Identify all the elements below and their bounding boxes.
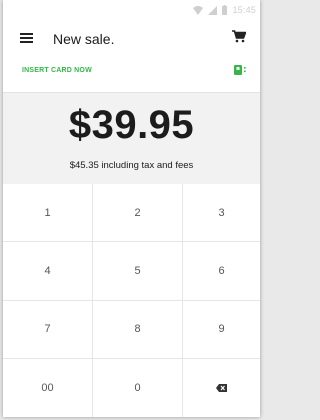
- key-label: 5: [134, 264, 141, 277]
- key-label: 9: [218, 323, 225, 336]
- phone-screen: 15:45 New sale. INSERT CARD NOW $39.95 $…: [3, 0, 260, 417]
- key-label: 6: [218, 264, 225, 277]
- key-label: 8: [134, 323, 141, 336]
- card-prompt-bar: INSERT CARD NOW: [3, 54, 260, 93]
- key-1[interactable]: 1: [3, 184, 93, 243]
- status-bar: 15:45: [3, 0, 260, 20]
- app-bar: New sale.: [3, 20, 260, 54]
- battery-icon: [222, 5, 228, 15]
- key-label: 0: [134, 381, 141, 394]
- key-label: 00: [41, 381, 54, 394]
- key-label: 4: [44, 264, 51, 277]
- card-reader-icon: [234, 65, 246, 75]
- key-8[interactable]: 8: [93, 300, 183, 359]
- insert-card-label: INSERT CARD NOW: [22, 67, 92, 74]
- numeric-keypad: 1 2 3 4 5 6 7 8 9 00 0: [3, 184, 260, 417]
- key-6[interactable]: 6: [183, 242, 260, 301]
- hamburger-menu-icon[interactable]: [20, 33, 33, 43]
- backspace-key[interactable]: [183, 359, 260, 417]
- wifi-icon: [193, 5, 204, 15]
- key-label: 1: [44, 206, 51, 219]
- key-7[interactable]: 7: [3, 300, 93, 359]
- amount-panel: $39.95 $45.35 including tax and fees: [3, 93, 260, 185]
- amount-including-tax: $45.35 including tax and fees: [69, 160, 194, 171]
- key-label: 3: [218, 206, 225, 219]
- backspace-icon: [216, 383, 227, 392]
- status-time: 15:45: [232, 5, 256, 15]
- key-label: 7: [44, 323, 51, 336]
- key-3[interactable]: 3: [183, 184, 260, 243]
- key-00[interactable]: 00: [3, 358, 93, 417]
- total-amount: $39.95: [68, 103, 195, 147]
- key-5[interactable]: 5: [93, 242, 183, 301]
- key-9[interactable]: 9: [183, 301, 260, 359]
- status-icons: 15:45: [193, 4, 256, 16]
- key-2[interactable]: 2: [93, 184, 183, 243]
- shopping-cart-icon[interactable]: [232, 30, 246, 43]
- signal-icon: [208, 5, 218, 15]
- key-4[interactable]: 4: [3, 242, 93, 301]
- key-label: 2: [134, 206, 141, 219]
- key-0[interactable]: 0: [93, 358, 183, 417]
- page-title: New sale.: [53, 31, 115, 47]
